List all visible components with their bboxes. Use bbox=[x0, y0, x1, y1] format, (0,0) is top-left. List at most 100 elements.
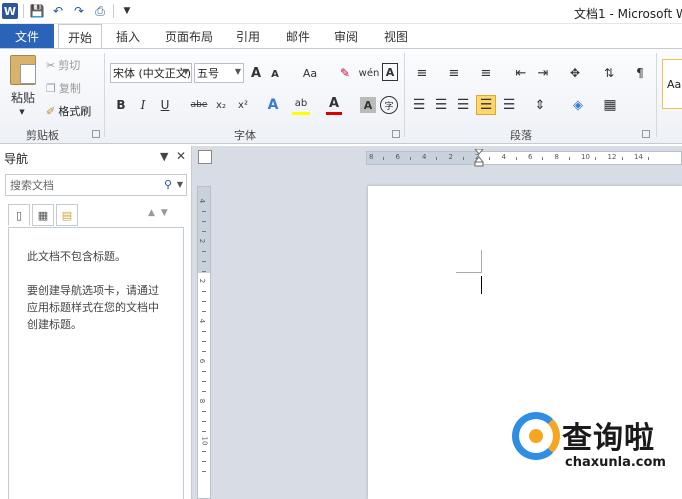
align-center-icon[interactable]: ☰ bbox=[432, 95, 450, 115]
bullets-icon[interactable]: ≡ bbox=[410, 63, 434, 83]
increase-indent-icon[interactable]: ⇥ bbox=[534, 63, 552, 83]
format-painter-button[interactable]: ✐ 格式刷 bbox=[46, 103, 91, 119]
chinese-layout-icon[interactable]: ✥ bbox=[562, 63, 588, 83]
ribbon-tabs: 文件 开始 插入 页面布局 引用 邮件 审阅 视图 bbox=[0, 24, 682, 49]
clipboard-launcher-icon[interactable] bbox=[92, 130, 100, 138]
watermark-domain: chaxunla.com bbox=[565, 455, 666, 470]
tab-selector-icon[interactable] bbox=[198, 150, 212, 164]
text-cursor bbox=[481, 276, 482, 294]
nav-menu-icon[interactable]: ▼ bbox=[160, 150, 168, 163]
numbering-icon[interactable]: ≡ bbox=[442, 63, 466, 83]
customize-icon[interactable]: ▼ bbox=[119, 3, 135, 19]
font-launcher-icon[interactable] bbox=[392, 130, 400, 138]
nav-hint-line: 应用标题样式在您的文档中 bbox=[27, 301, 159, 314]
enclose-char-button[interactable]: 字 bbox=[380, 96, 398, 114]
strikethrough-button[interactable]: abe bbox=[188, 95, 210, 115]
group-separator bbox=[404, 53, 405, 137]
nav-hint-line: 要创建导航选项卡，请通过 bbox=[27, 284, 159, 297]
navigation-pane: 导航 ▼ ✕ 搜索文档 ⚲ ▼ ▯ ▦ ▤ ▲▼ 此文档不包含标题。 要创建导航… bbox=[0, 146, 192, 499]
vertical-ruler[interactable]: 4 2 2 4 6 8 10 bbox=[197, 186, 211, 499]
show-marks-icon[interactable]: ¶ bbox=[632, 63, 648, 83]
print-preview-icon[interactable]: ⎙ bbox=[92, 3, 108, 19]
ruler-tick bbox=[202, 461, 206, 462]
tab-view[interactable]: 视图 bbox=[376, 24, 416, 48]
search-icon[interactable]: ⚲ bbox=[164, 178, 172, 191]
nav-prev-next-icon[interactable]: ▲▼ bbox=[148, 208, 174, 218]
redo-icon[interactable]: ↷ bbox=[71, 3, 87, 19]
align-left-icon[interactable]: ☰ bbox=[410, 95, 428, 115]
search-placeholder: 搜索文档 bbox=[10, 179, 54, 192]
sort-icon[interactable]: ⇅ bbox=[600, 63, 618, 83]
headings-tab-icon[interactable]: ▯ bbox=[8, 204, 30, 226]
italic-button[interactable]: I bbox=[134, 95, 152, 115]
horizontal-ruler[interactable]: 8 6 4 2 2 4 6 8 10 12 14 bbox=[366, 151, 682, 165]
paste-dropdown-icon[interactable]: ▼ bbox=[16, 107, 28, 117]
word-icon[interactable]: W bbox=[2, 3, 18, 19]
font-name-combo[interactable]: 宋体 (中文正文) ▼ bbox=[110, 63, 192, 83]
font-color-icon[interactable]: A bbox=[326, 95, 342, 115]
shrink-font-button[interactable]: A bbox=[268, 65, 282, 83]
cut-button[interactable]: ✂ 剪切 bbox=[46, 57, 80, 73]
align-right-icon[interactable]: ☰ bbox=[454, 95, 472, 115]
shading-icon[interactable]: ◈ bbox=[566, 95, 590, 115]
tab-file[interactable]: 文件 bbox=[0, 24, 54, 48]
paragraph-group-label: 段落 bbox=[510, 129, 532, 142]
ruler-number: 10 bbox=[581, 153, 590, 161]
ruler-tick bbox=[648, 157, 649, 160]
subscript-button[interactable]: x₂ bbox=[212, 95, 230, 115]
char-shading-icon[interactable]: A bbox=[360, 97, 376, 113]
clipboard-group-label: 剪贴板 bbox=[26, 129, 59, 142]
ruler-tick bbox=[621, 157, 623, 160]
tab-review[interactable]: 审阅 bbox=[326, 24, 366, 48]
copy-button[interactable]: ❐ 复制 bbox=[46, 80, 81, 96]
ruler-tick bbox=[515, 157, 517, 160]
text-effects-icon[interactable]: A bbox=[264, 95, 282, 115]
ruler-tick bbox=[462, 157, 464, 160]
paste-icon[interactable] bbox=[10, 55, 36, 85]
tab-home[interactable]: 开始 bbox=[58, 24, 102, 49]
line-spacing-icon[interactable]: ⇕ bbox=[528, 95, 552, 115]
undo-icon[interactable]: ↶ bbox=[50, 3, 66, 19]
decrease-indent-icon[interactable]: ⇤ bbox=[512, 63, 530, 83]
clear-format-icon[interactable]: ✎ bbox=[336, 63, 354, 83]
change-case-button[interactable]: Aa bbox=[298, 63, 322, 83]
tab-mailings[interactable]: 邮件 bbox=[278, 24, 318, 48]
bold-button[interactable]: B bbox=[112, 95, 130, 115]
ruler-tick bbox=[202, 261, 206, 262]
justify-icon[interactable]: ☰ bbox=[476, 95, 496, 115]
ruler-tick bbox=[436, 157, 437, 160]
ruler-tick bbox=[595, 157, 596, 160]
pages-tab-icon[interactable]: ▦ bbox=[32, 204, 54, 226]
title-bar: W 💾 ↶ ↷ ⎙ ▼ 文档1 - Microsoft W bbox=[0, 0, 682, 24]
tab-insert[interactable]: 插入 bbox=[108, 24, 148, 48]
paragraph-launcher-icon[interactable] bbox=[642, 130, 650, 138]
nav-hint-line: 创建标题。 bbox=[27, 318, 82, 331]
underline-button[interactable]: U bbox=[156, 95, 174, 115]
ruler-tick bbox=[202, 381, 206, 382]
char-border-button[interactable]: A bbox=[382, 63, 398, 81]
close-icon[interactable]: ✕ bbox=[176, 149, 186, 163]
indent-marker-icon[interactable] bbox=[474, 149, 484, 167]
results-tab-icon[interactable]: ▤ bbox=[56, 204, 78, 226]
paste-button[interactable]: 粘贴 bbox=[8, 89, 38, 105]
phonetic-guide-button[interactable]: wén bbox=[358, 63, 380, 83]
nav-content: 此文档不包含标题。 要创建导航选项卡，请通过 应用标题样式在您的文档中 创建标题… bbox=[8, 227, 184, 499]
superscript-button[interactable]: x² bbox=[234, 95, 252, 115]
borders-icon[interactable]: ▦ bbox=[598, 95, 622, 115]
multilevel-list-icon[interactable]: ≡ bbox=[474, 63, 498, 83]
save-icon[interactable]: 💾 bbox=[29, 3, 45, 19]
copy-icon: ❐ bbox=[46, 81, 56, 95]
grow-font-button[interactable]: A bbox=[248, 63, 264, 83]
ruler-tick bbox=[202, 311, 206, 312]
distributed-icon[interactable]: ☰ bbox=[500, 95, 518, 115]
chevron-down-icon[interactable]: ▼ bbox=[177, 180, 183, 189]
tab-page-layout[interactable]: 页面布局 bbox=[158, 24, 220, 48]
ruler-tick bbox=[202, 411, 206, 412]
tab-references[interactable]: 引用 bbox=[228, 24, 268, 48]
font-size-combo[interactable]: 五号 ▼ bbox=[194, 63, 244, 83]
styles-gallery[interactable]: Aa bbox=[662, 59, 682, 109]
ruler-tick bbox=[489, 157, 490, 160]
search-input[interactable]: 搜索文档 ⚲ ▼ bbox=[5, 174, 187, 196]
highlight-icon[interactable]: ab bbox=[292, 95, 310, 115]
ruler-tick bbox=[202, 421, 206, 422]
